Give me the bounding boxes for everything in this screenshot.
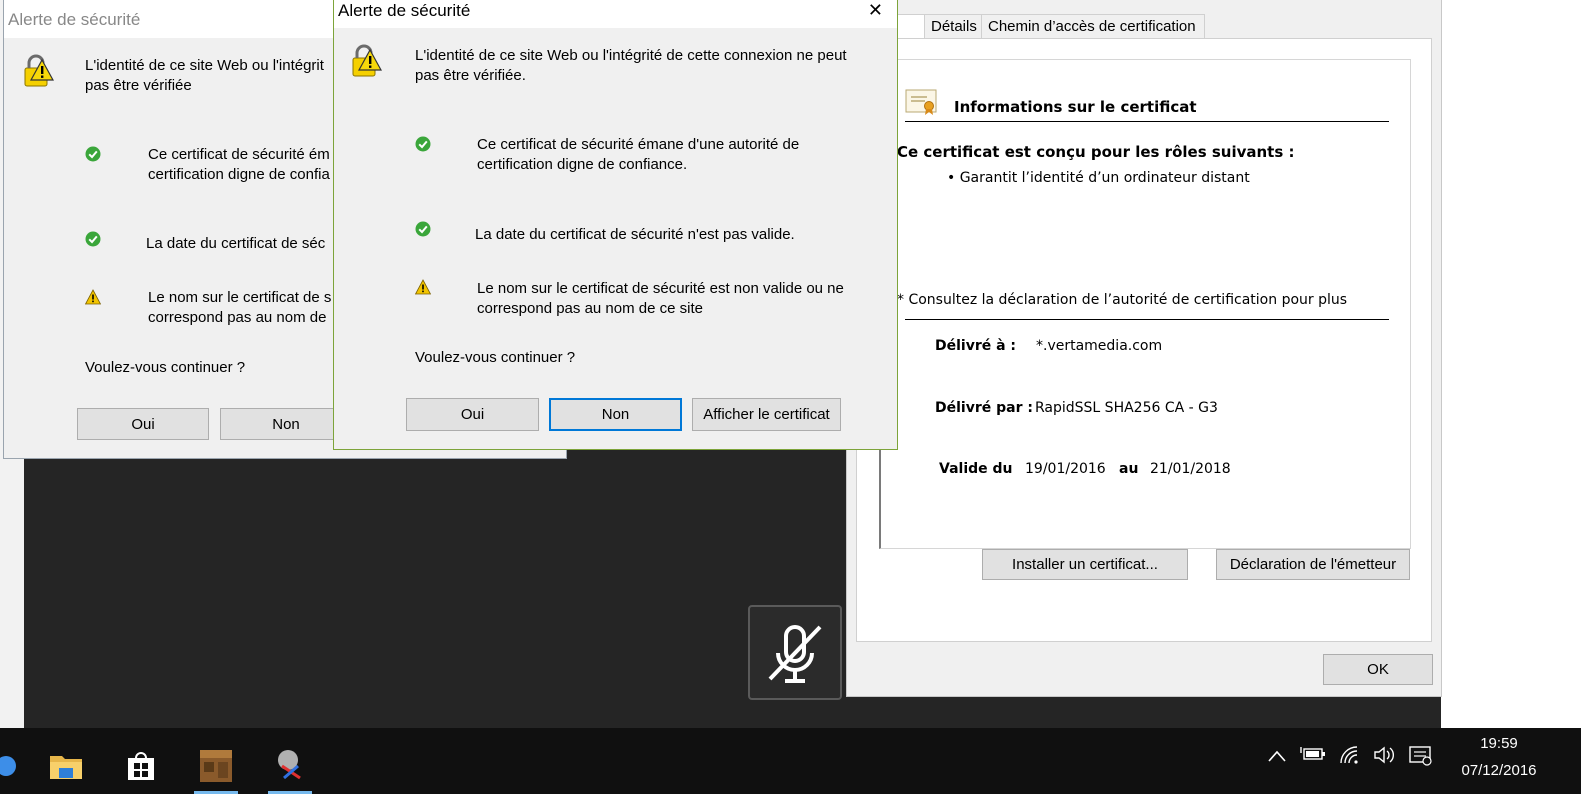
dialog-back-yes-button[interactable]: Oui	[77, 408, 209, 440]
heading-divider	[905, 121, 1389, 122]
certificate-info-box: Informations sur le certificat Ce certif…	[879, 59, 1411, 549]
battery-glyph	[1300, 747, 1325, 760]
no-button[interactable]: Non	[549, 398, 682, 431]
dialog-item3-line1: Le nom sur le certificat de sécurité est…	[477, 280, 844, 297]
check-icon	[85, 146, 101, 162]
file-explorer-icon[interactable]	[38, 738, 94, 794]
wifi-glyph	[1340, 746, 1358, 764]
valid-from-value: 19/01/2016	[1025, 461, 1106, 477]
edge-icon[interactable]	[0, 738, 26, 794]
dialog-back-item2: La date du certificat de séc	[146, 235, 326, 252]
mic-muted-icon	[768, 625, 822, 683]
valid-from-label: Valide du	[939, 461, 1013, 477]
issued-to-label: Délivré à :	[935, 338, 1017, 354]
security-alert-dialog: Alerte de sécurité ✕ L'identité de ce si…	[333, 0, 898, 450]
mic-muted-overlay[interactable]	[748, 605, 842, 700]
warning-icon	[415, 279, 431, 295]
clock-date[interactable]: 07/12/2016	[1444, 762, 1554, 779]
action-center-icon[interactable]	[1409, 746, 1433, 771]
dialog-question: Voulez-vous continuer ?	[415, 349, 576, 366]
dialog-message-line1: L'identité de ce site Web ou l'intégrité…	[415, 47, 847, 64]
wifi-icon[interactable]	[1339, 746, 1361, 769]
issuer-statement-button[interactable]: Déclaration de l'émetteur	[1216, 549, 1410, 580]
dialog-back-item1-line1: Ce certificat de sécurité ém	[148, 146, 330, 163]
yes-button[interactable]: Oui	[406, 398, 539, 431]
issued-by-value: RapidSSL SHA256 CA - G3	[1035, 400, 1218, 416]
tab-certification-path-label: Chemin d’accès de certification	[988, 18, 1196, 35]
minecraft-icon[interactable]	[188, 738, 244, 794]
dialog-back-question: Voulez-vous continuer ?	[85, 359, 246, 376]
dialog-item1-line2: certification digne de confiance.	[477, 156, 688, 173]
certificate-icon	[905, 89, 937, 115]
roles-title: Ce certificat est conçu pour les rôles s…	[897, 143, 1295, 161]
dialog-titlebar: Alerte de sécurité ✕	[334, 0, 897, 28]
certificate-heading: Informations sur le certificat	[954, 98, 1197, 116]
issued-to-value: *.vertamedia.com	[1036, 338, 1163, 354]
taskbar: 19:59 07/12/2016	[0, 728, 1581, 794]
desktop-right-strip	[1441, 0, 1581, 728]
dialog-back-item1-line2: certification digne de confia	[148, 166, 330, 183]
note-divider	[905, 319, 1389, 320]
edge-logo	[0, 756, 16, 776]
ok-button[interactable]: OK	[1323, 654, 1433, 685]
dialog-title: Alerte de sécurité	[338, 1, 471, 20]
shopping-bag-icon	[128, 752, 154, 780]
install-certificate-button[interactable]: Installer un certificat...	[982, 549, 1188, 580]
clock-time[interactable]: 19:59	[1444, 735, 1554, 752]
valid-to-label: au	[1119, 461, 1139, 477]
folder-icon	[50, 756, 82, 779]
warning-icon	[85, 289, 101, 305]
speaker-glyph	[1374, 746, 1394, 764]
chevron-up-glyph	[1268, 750, 1286, 762]
check-icon	[415, 221, 431, 237]
notification-glyph	[1409, 746, 1432, 766]
lock-warning-icon	[24, 54, 54, 87]
issued-by-label: Délivré par :	[935, 400, 1033, 416]
certificate-panel: Informations sur le certificat Ce certif…	[856, 38, 1432, 642]
snipping-tool-icon[interactable]	[262, 738, 318, 794]
scissors-icon	[278, 750, 301, 780]
chevron-up-icon[interactable]	[1268, 746, 1286, 767]
dialog-message-line2: pas être vérifiée.	[415, 67, 526, 84]
dialog-back-title: Alerte de sécurité	[8, 10, 141, 29]
valid-to-value: 21/01/2018	[1150, 461, 1231, 477]
store-icon[interactable]	[113, 738, 169, 794]
tab-details[interactable]: Détails	[924, 14, 982, 40]
lock-warning-icon	[352, 44, 382, 77]
volume-icon[interactable]	[1373, 746, 1397, 769]
dialog-back-item3-line2: correspond pas au nom de	[148, 309, 327, 326]
close-icon[interactable]: ✕	[868, 0, 883, 21]
role-item: • Garantit l’identité d’un ordinateur di…	[947, 170, 1250, 186]
dialog-item2: La date du certificat de sécurité n'est …	[475, 226, 795, 243]
check-icon	[415, 136, 431, 152]
dialog-back-message-line1: L'identité de ce site Web ou l'intégrit	[85, 57, 324, 74]
check-icon	[85, 231, 101, 247]
certificate-window: ral Détails Chemin d’accès de certificat…	[846, 0, 1442, 697]
dialog-back-message-line2: pas être vérifiée	[85, 77, 192, 94]
tab-certification-path[interactable]: Chemin d’accès de certification	[981, 14, 1205, 40]
dialog-item3-line2: correspond pas au nom de ce site	[477, 300, 703, 317]
authority-note: * Consultez la déclaration de l’autorité…	[897, 292, 1348, 308]
crafting-table-icon	[200, 750, 232, 782]
battery-icon[interactable]	[1300, 746, 1326, 767]
view-certificate-button[interactable]: Afficher le certificat	[692, 398, 841, 431]
tab-details-label: Détails	[931, 18, 977, 35]
dialog-back-item3-line1: Le nom sur le certificat de s	[148, 289, 332, 306]
dialog-item1-line1: Ce certificat de sécurité émane d'une au…	[477, 136, 800, 153]
